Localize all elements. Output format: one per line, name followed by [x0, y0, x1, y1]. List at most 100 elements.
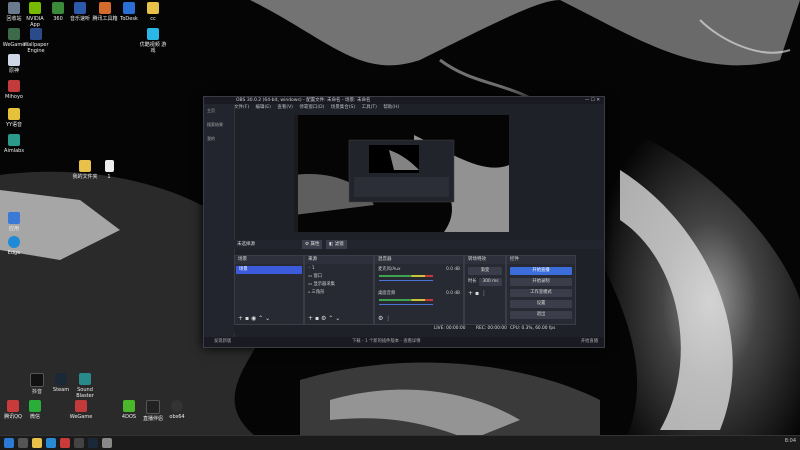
rec-status: REC: 00:00:00: [476, 326, 507, 331]
toolbox-icon[interactable]: 腾讯工具箱: [92, 2, 118, 22]
yy-icon[interactable]: YY语音: [1, 108, 27, 128]
desktop-icon-label: Mihoyo: [5, 94, 23, 100]
desktop-icon-label: 回收站: [6, 16, 22, 22]
menu-file[interactable]: 文件(F): [234, 105, 249, 110]
menu-docks[interactable]: 停靠窗口(D): [299, 105, 324, 110]
sources-header: 来源: [305, 256, 373, 264]
no-source-label: 未选择源: [237, 242, 255, 247]
channel-db: 0.0 dB: [446, 291, 460, 296]
app-icon[interactable]: 应用: [1, 212, 27, 232]
edge-icon[interactable]: Edge: [1, 236, 27, 256]
source-up-icon[interactable]: ⌃: [328, 315, 333, 322]
wechat-icon[interactable]: 微信: [22, 400, 48, 420]
obs-taskbar-icon[interactable]: [74, 438, 84, 448]
move-up-icon[interactable]: ⌃: [258, 315, 263, 322]
sidebar-search[interactable]: 搜索结果: [204, 118, 234, 132]
transition-select[interactable]: 渐变: [468, 267, 502, 275]
exit-button[interactable]: 退出: [510, 311, 572, 319]
menu-scene-collection[interactable]: 场景集合(S): [331, 105, 355, 110]
aimlabs-icon[interactable]: Aimlabs: [1, 134, 27, 154]
menu-view[interactable]: 查看(V): [277, 105, 293, 110]
obs-desktop-icon[interactable]: obs64: [164, 400, 190, 420]
source-down-icon[interactable]: ⌄: [335, 315, 340, 322]
desktop-icon-label: 我的文件夹: [72, 174, 98, 180]
steam-taskbar-icon[interactable]: [88, 438, 98, 448]
sidebar-home[interactable]: 主页: [204, 104, 234, 118]
studio-mode-button[interactable]: 工作室模式: [510, 289, 572, 297]
settings-button[interactable]: 设置: [510, 300, 572, 308]
start-icon[interactable]: [4, 438, 14, 448]
folder-cc-icon[interactable]: cc: [140, 2, 166, 22]
desktop-icon-label: 微信: [29, 414, 40, 420]
scene-item[interactable]: 场景: [236, 266, 302, 274]
todesk-icon[interactable]: ToDesk: [116, 2, 142, 22]
update-notice[interactable]: 发现新版: [214, 337, 231, 347]
remove-transition-icon[interactable]: ▪: [475, 290, 479, 297]
sources-dock: 来源 ◦ 1 ▭ 窗口 ▭ 显示器采集 ▵ 三角形 + ▪ ⚙ ⌃ ⌄: [304, 255, 374, 325]
menu-tools[interactable]: 工具(T): [362, 105, 377, 110]
add-source-icon[interactable]: +: [308, 315, 313, 322]
controls-header: 控件: [507, 256, 575, 264]
desktop-icon-label: Aimlabs: [4, 148, 24, 154]
move-down-icon[interactable]: ⌄: [265, 315, 270, 322]
genshin-icon[interactable]: 原神: [1, 54, 27, 74]
source-item[interactable]: ▭ 窗口: [305, 273, 373, 281]
system-clock[interactable]: 8:04: [785, 438, 796, 444]
source-settings-icon[interactable]: ⚙: [321, 315, 326, 322]
sidebar-mine[interactable]: 我的: [204, 132, 234, 146]
desktop-icon-label: 360: [53, 16, 63, 22]
transitions-dock: 转场特效 渐变 时长 300 ms + ▪ ⋮: [464, 255, 506, 325]
window-controls[interactable]: — ☐ ✕: [585, 97, 600, 104]
scenes-header: 场景: [235, 256, 303, 264]
bottom-bar: 发现新版 下载 - 1 个新的插件版本 - 查看详情 开始直播: [204, 337, 604, 347]
obs-window[interactable]: OBS 30.0.2 (64-bit, windows) - 配置文件: 未命名…: [203, 96, 605, 348]
app2-taskbar-icon[interactable]: [102, 438, 112, 448]
channel-name: 桌面音频 0.0 dB: [375, 290, 463, 298]
desktop-icon-label: Wallpaper Engine: [23, 42, 49, 54]
remove-scene-icon[interactable]: ▪: [245, 315, 249, 322]
desktop-icon-label: 抖音: [31, 389, 42, 395]
volume-slider[interactable]: [379, 304, 433, 305]
edge-taskbar-icon[interactable]: [46, 438, 56, 448]
music-app-icon[interactable]: 音乐速听: [67, 2, 93, 22]
volume-slider[interactable]: [379, 280, 433, 281]
wallpaper-engine-icon[interactable]: Wallpaper Engine: [23, 28, 49, 54]
duration-input[interactable]: 300 ms: [479, 278, 502, 286]
source-item[interactable]: ▭ 显示器采集: [305, 281, 373, 289]
steam-icon[interactable]: Steam: [48, 373, 74, 393]
filters-button[interactable]: ◧ 滤镜: [326, 240, 347, 249]
more-transition-icon[interactable]: ⋮: [481, 290, 487, 297]
start-recording-button[interactable]: 开始录制: [510, 278, 572, 286]
menu-help[interactable]: 帮助(H): [383, 105, 399, 110]
douyin-icon[interactable]: 抖音: [24, 373, 50, 395]
source-item[interactable]: ◦ 1: [305, 265, 373, 273]
source-label: 1: [311, 266, 315, 271]
source-item[interactable]: ▵ 三角形: [305, 289, 373, 297]
add-scene-icon[interactable]: +: [238, 315, 243, 322]
obs-titlebar[interactable]: OBS 30.0.2 (64-bit, windows) - 配置文件: 未命名…: [204, 97, 604, 104]
remove-source-icon[interactable]: ▪: [315, 315, 319, 322]
wegame-bottom-icon[interactable]: WeGame: [68, 400, 94, 420]
search-icon[interactable]: [18, 438, 28, 448]
download-notice[interactable]: 下载 - 1 个新的插件版本 - 查看详情: [352, 337, 421, 347]
youku-icon[interactable]: 优酷视频 游戏: [138, 28, 168, 54]
sound-blaster-icon[interactable]: Sound Blaster: [72, 373, 98, 399]
source-label: 窗口: [313, 274, 323, 279]
start-streaming-button[interactable]: 开始直播: [510, 267, 572, 275]
app-taskbar-icon[interactable]: [60, 438, 70, 448]
properties-button[interactable]: ⚙ 属性: [302, 240, 323, 249]
mihoyo-icon[interactable]: Mihoyo: [1, 80, 27, 100]
scene-filter-icon[interactable]: ◉: [251, 315, 256, 322]
desktop-icon-label: NVIDIA App: [26, 16, 44, 28]
start-live-link[interactable]: 开始直播: [581, 337, 598, 347]
live-assistant-icon[interactable]: 直播伴侣: [140, 400, 166, 422]
4dos-icon[interactable]: 4DOS: [116, 400, 142, 420]
mixer-settings-icon[interactable]: ⚙ ⋮: [378, 315, 391, 322]
add-transition-icon[interactable]: +: [468, 290, 473, 297]
desktop-icon-label: 优酷视频 游戏: [139, 42, 167, 54]
mixer-channel: 桌面音频 0.0 dB: [375, 290, 463, 314]
file-icon[interactable]: 1: [96, 160, 122, 180]
preview-canvas[interactable]: [294, 115, 509, 232]
menu-edit[interactable]: 编辑(E): [256, 105, 271, 110]
file-explorer-icon[interactable]: [32, 438, 42, 448]
